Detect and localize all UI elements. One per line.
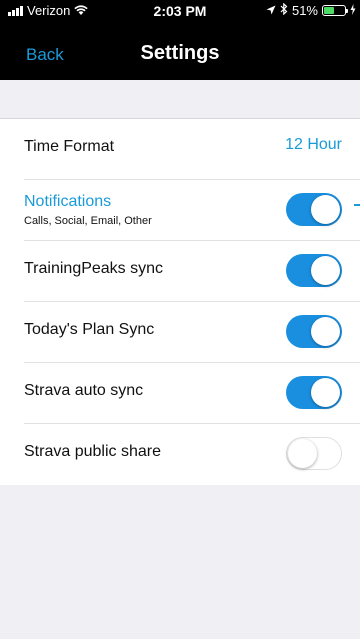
charging-bolt-icon (350, 3, 356, 18)
status-bar: Verizon 2:03 PM 51% (0, 0, 360, 22)
nav-bar: Back Settings (0, 34, 360, 74)
strava-auto-sync-label: Strava auto sync (24, 382, 144, 399)
disclosure-edge-icon (354, 204, 360, 206)
location-arrow-icon (266, 3, 276, 18)
page-title: Settings (140, 42, 220, 64)
battery-icon (322, 5, 348, 16)
bluetooth-icon (280, 2, 288, 18)
time-format-row[interactable]: Time Format 12 Hour (0, 119, 360, 180)
strava-public-share-label: Strava public share (24, 443, 161, 460)
battery-cap (346, 9, 348, 13)
todays-plan-sync-label: Today's Plan Sync (24, 321, 155, 338)
notifications-row[interactable]: Notifications Calls, Social, Email, Othe… (0, 180, 360, 241)
time-format-label: Time Format (24, 138, 115, 155)
trainingpeaks-sync-row: TrainingPeaks sync (0, 241, 360, 302)
notifications-toggle[interactable] (286, 193, 342, 226)
section-header-spacer (0, 80, 360, 119)
settings-screen: Verizon 2:03 PM 51% Back Settings Time F… (0, 0, 360, 639)
toggle-knob (288, 439, 317, 468)
trainingpeaks-sync-label: TrainingPeaks sync (24, 260, 164, 277)
top-bar: Verizon 2:03 PM 51% Back Settings (0, 0, 360, 80)
toggle-knob (311, 195, 340, 224)
trainingpeaks-sync-toggle[interactable] (286, 254, 342, 287)
notifications-subtitle: Calls, Social, Email, Other (24, 215, 152, 227)
battery-level (324, 7, 335, 14)
notifications-label[interactable]: Notifications (24, 193, 111, 211)
toggle-knob (311, 317, 340, 346)
todays-plan-sync-row: Today's Plan Sync (0, 302, 360, 363)
strava-public-share-toggle[interactable] (286, 437, 342, 470)
strava-auto-sync-row: Strava auto sync (0, 363, 360, 424)
toggle-knob (311, 378, 340, 407)
time-format-value[interactable]: 12 Hour (285, 136, 342, 154)
status-right: 51% (266, 2, 356, 18)
toggle-knob (311, 256, 340, 285)
settings-list: Time Format 12 Hour Notifications Calls,… (0, 119, 360, 485)
todays-plan-sync-toggle[interactable] (286, 315, 342, 348)
battery-percent: 51% (291, 3, 318, 18)
strava-auto-sync-toggle[interactable] (286, 376, 342, 409)
strava-public-share-row: Strava public share (0, 424, 360, 485)
